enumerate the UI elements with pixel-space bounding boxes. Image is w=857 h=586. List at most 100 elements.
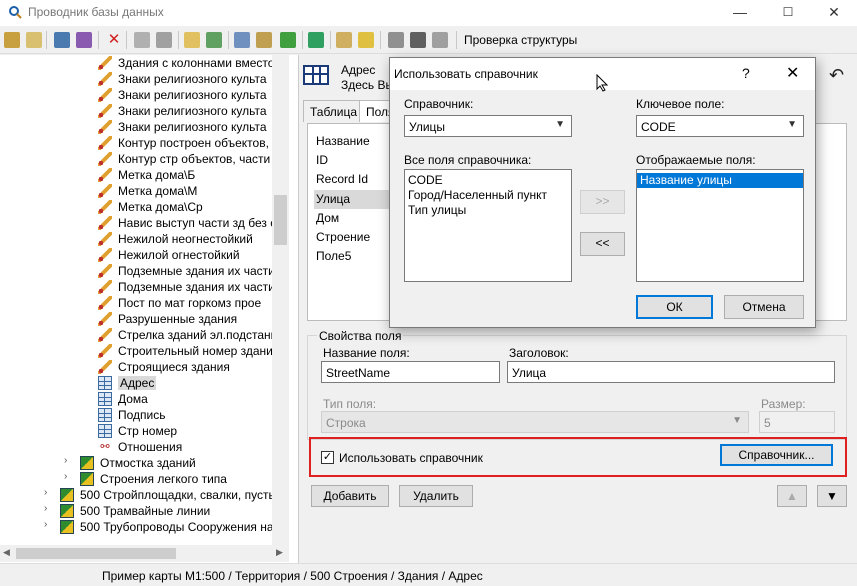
key-field-select[interactable]: CODE ▼: [636, 115, 804, 137]
move-down-button[interactable]: ▼: [817, 485, 847, 507]
move-right-button[interactable]: >>: [580, 190, 625, 214]
check-icon[interactable]: [206, 32, 222, 48]
dictionary-button[interactable]: Справочник...: [720, 444, 833, 466]
add-button[interactable]: Добавить: [311, 485, 389, 507]
move-left-button[interactable]: <<: [580, 232, 625, 256]
tree-item[interactable]: Строящиеся здания: [0, 359, 272, 375]
tree-item-label: Отмостка зданий: [100, 456, 196, 470]
all-fields-list[interactable]: CODE Город/Населенный пункт Тип улицы: [404, 169, 572, 282]
tree-item[interactable]: Контур построен объектов,: [0, 135, 272, 151]
dictionary-select[interactable]: Улицы ▼: [404, 115, 572, 137]
maximize-button[interactable]: ☐: [765, 0, 811, 26]
use-dictionary-checkbox[interactable]: ✓: [321, 451, 334, 464]
tree-item[interactable]: Стрелка зданий эл.подстанц: [0, 327, 278, 343]
tree-item[interactable]: › 500 Трубопроводы Сооружения на: [0, 519, 274, 535]
pencil-icon: [98, 88, 112, 102]
expand-arrow-icon[interactable]: ›: [44, 519, 47, 530]
tree-item[interactable]: Контур стр объектов, части: [0, 151, 272, 167]
use-dictionary-label[interactable]: Использовать справочник: [339, 451, 483, 465]
help-button[interactable]: ?: [742, 65, 750, 81]
grid-icon[interactable]: [256, 32, 272, 48]
tree-item[interactable]: Знаки религиозного культа: [0, 119, 272, 135]
undo-icon[interactable]: ↶: [829, 65, 844, 86]
all-fields-item[interactable]: Тип улицы: [405, 203, 571, 218]
caption-input[interactable]: Улица: [507, 361, 835, 383]
tree-item[interactable]: Адрес: [0, 375, 272, 391]
tree-vertical-scrollbar[interactable]: [272, 55, 289, 545]
pencil-icon: [98, 184, 112, 198]
tree-item[interactable]: › 500 Трамвайные линии: [0, 503, 272, 519]
tree-item[interactable]: Здания с колоннами вместо: [0, 55, 274, 71]
add-table-icon[interactable]: [54, 32, 70, 48]
field-list-item[interactable]: Улица: [314, 189, 396, 209]
field-list-item[interactable]: Дом: [314, 209, 396, 228]
tree-item[interactable]: Знаки религиозного культа: [0, 87, 272, 103]
hand-icon[interactable]: [184, 32, 200, 48]
tree-item[interactable]: Разрушенные здания: [0, 311, 272, 327]
tree-item-label: Строительный номер здани: [118, 344, 273, 358]
tree-item[interactable]: › Отмостка зданий: [0, 455, 272, 471]
check-structure-button[interactable]: Проверка структуры: [464, 33, 577, 47]
tree-item[interactable]: Строительный номер здани: [0, 343, 273, 359]
cancel-button[interactable]: Отмена: [724, 295, 804, 319]
ok-button[interactable]: ОК: [636, 295, 713, 319]
tree-item[interactable]: Подземные здания их части: [0, 279, 275, 295]
display-fields-list[interactable]: Название улицы: [636, 169, 804, 282]
field-list-item[interactable]: Название: [314, 132, 396, 151]
list-icon[interactable]: [336, 32, 352, 48]
move-up-button[interactable]: ▲: [777, 485, 807, 507]
tree-horizontal-scrollbar[interactable]: ◀ ▶: [0, 545, 289, 562]
tree-item[interactable]: Нежилой огнестойкий: [0, 247, 272, 263]
tree-item[interactable]: Подпись: [0, 407, 272, 423]
paste-icon[interactable]: [156, 32, 172, 48]
tree-item[interactable]: Пост по мат горкомз прое: [0, 295, 272, 311]
expand-arrow-icon[interactable]: ›: [64, 471, 67, 482]
dialog-close-button[interactable]: ✕: [786, 63, 799, 83]
minimize-button[interactable]: —: [717, 0, 763, 26]
tree-item[interactable]: Подземные здания их части: [0, 263, 275, 279]
tree-item[interactable]: Стр номер: [0, 423, 272, 439]
field-list-item[interactable]: Поле5: [314, 247, 396, 266]
text-icon[interactable]: [432, 32, 448, 48]
copy-icon[interactable]: [134, 32, 150, 48]
expand-arrow-icon[interactable]: ›: [44, 487, 47, 498]
tree-item[interactable]: Знаки религиозного культа: [0, 71, 272, 87]
size-label: Размер:: [761, 397, 806, 411]
delete-icon[interactable]: ✕: [106, 32, 122, 48]
folder-icon[interactable]: [26, 32, 42, 48]
field-list-item[interactable]: ID: [314, 151, 396, 170]
users-icon[interactable]: [4, 32, 20, 48]
all-fields-item[interactable]: Город/Населенный пункт: [405, 188, 571, 203]
tree-item[interactable]: Знаки религиозного культа: [0, 103, 272, 119]
tree-item[interactable]: › 500 Стройплощадки, свалки, пусть: [0, 487, 275, 503]
delete-button[interactable]: Удалить: [399, 485, 473, 507]
tree-item[interactable]: Нежилой неогнестойкий: [0, 231, 272, 247]
pen-icon[interactable]: [358, 32, 374, 48]
move-icon[interactable]: [410, 32, 426, 48]
map-icon[interactable]: [308, 32, 324, 48]
use-dictionary-dialog: Использовать справочник ? ✕ Справочник: …: [389, 57, 816, 328]
book-icon[interactable]: [234, 32, 250, 48]
tree-item[interactable]: Метка дома\Б: [0, 167, 272, 183]
tab-table[interactable]: Таблица: [303, 100, 365, 122]
pencil-icon: [98, 264, 112, 278]
field-list-item[interactable]: Record Id: [314, 170, 396, 189]
all-fields-item[interactable]: CODE: [405, 173, 571, 188]
tree-item[interactable]: Навис выступ части зд без с: [0, 215, 276, 231]
layers-icon[interactable]: [280, 32, 296, 48]
expand-arrow-icon[interactable]: ›: [64, 455, 67, 466]
expand-arrow-icon[interactable]: ›: [44, 503, 47, 514]
field-properties-legend: Свойства поля: [317, 329, 404, 343]
tree-item[interactable]: Дома: [0, 391, 272, 407]
close-button[interactable]: ✕: [811, 0, 857, 26]
tree-item[interactable]: ⚯ Отношения: [0, 439, 272, 455]
select-icon[interactable]: [388, 32, 404, 48]
tree-item[interactable]: Метка дома\Ср: [0, 199, 272, 215]
tree-item[interactable]: › Строения легкого типа: [0, 471, 272, 487]
tree-item[interactable]: Метка дома\М: [0, 183, 272, 199]
field-name-input[interactable]: StreetName: [321, 361, 500, 383]
field-list-item[interactable]: Строение: [314, 228, 396, 247]
edit-table-icon[interactable]: [76, 32, 92, 48]
display-fields-item[interactable]: Название улицы: [637, 173, 803, 188]
layer-icon: [60, 504, 74, 518]
